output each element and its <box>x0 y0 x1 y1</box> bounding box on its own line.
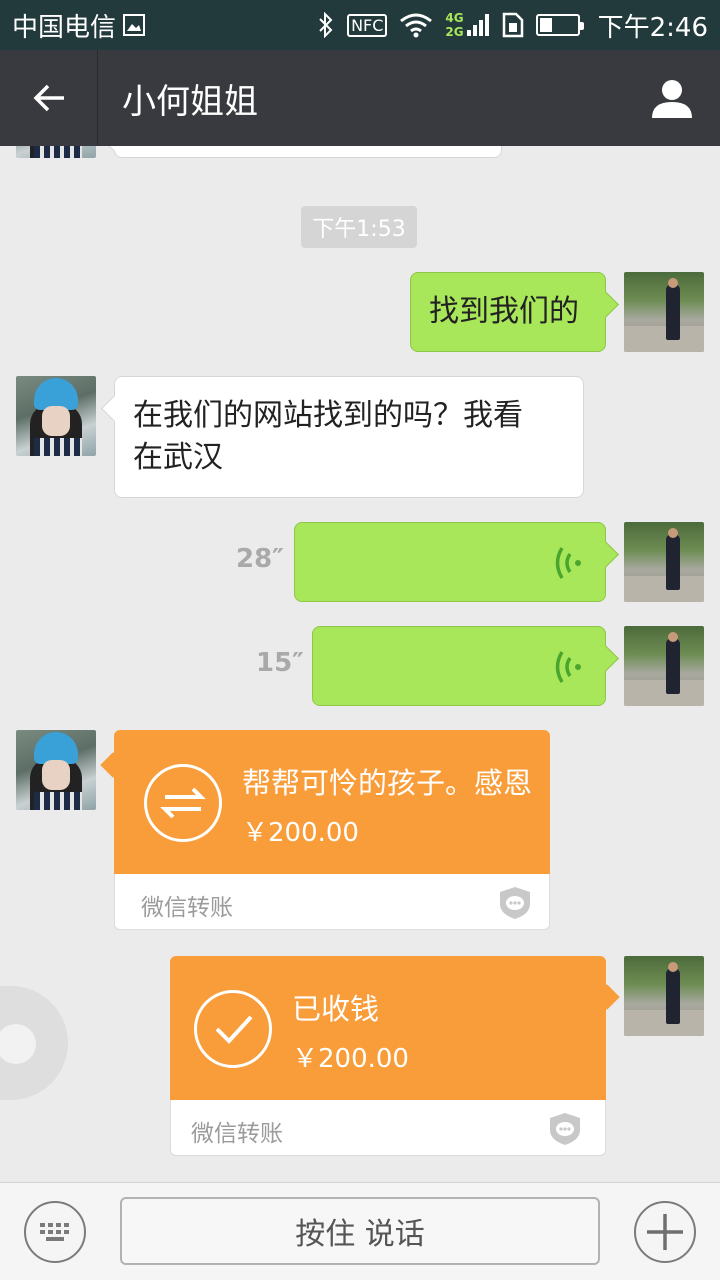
arrow-left-icon <box>33 84 64 112</box>
contact-avatar[interactable] <box>16 376 96 456</box>
check-icon <box>194 990 272 1068</box>
previous-message-bubble[interactable] <box>114 146 502 158</box>
signal-group: 4G 2G <box>445 11 489 39</box>
carrier-name: 中国电信 <box>12 12 117 43</box>
network-4g: 4G <box>445 11 464 25</box>
sim-icon <box>502 12 523 38</box>
transfer-amount: ￥200.00 <box>242 818 359 848</box>
message-text-line1: 在我们的网站找到的吗？我看 <box>133 398 523 433</box>
chat-title: 小何姐姐 <box>122 81 258 122</box>
input-bar: 按住 说话 <box>0 1182 720 1280</box>
contact-avatar[interactable] <box>16 146 96 158</box>
bluetooth-icon <box>319 12 333 38</box>
chat-info-button[interactable] <box>624 50 720 146</box>
status-bar: 中国电信 NFC 4G 2G 下午2:46 <box>0 0 720 50</box>
status-time: 下午2:46 <box>597 12 708 43</box>
transfer-card[interactable]: 已收钱 ￥200.00 微信转账 <box>170 956 620 1156</box>
voice-wave-icon <box>555 547 581 579</box>
transfer-label: 微信转账 <box>141 895 233 921</box>
signal-bars-icon <box>466 14 489 36</box>
my-avatar[interactable] <box>624 522 704 602</box>
plus-icon <box>647 1214 683 1250</box>
my-avatar[interactable] <box>624 956 704 1036</box>
transfer-card-header: 已收钱 ￥200.00 <box>170 956 606 1100</box>
message-text: 找到我们的 <box>429 294 579 329</box>
my-avatar[interactable] <box>624 626 704 706</box>
more-options-button[interactable] <box>634 1201 696 1263</box>
carrier-group: 中国电信 <box>12 7 146 44</box>
network-2g: 2G <box>445 25 464 39</box>
message-list[interactable]: 下午1:53 找到我们的 在我们的网站找到的吗？我看 在武汉 28″ 15″ 帮… <box>0 146 720 1182</box>
transfer-arrows-icon <box>144 764 222 842</box>
transfer-card-footer: 微信转账 <box>114 874 550 930</box>
transfer-card[interactable]: 帮帮可怜的孩子。感恩 ￥200.00 微信转账 <box>100 730 550 930</box>
voice-duration: 28″ <box>236 544 284 574</box>
back-button[interactable] <box>0 50 98 146</box>
wechat-pay-shield-icon <box>500 887 530 919</box>
transfer-label: 微信转账 <box>191 1121 283 1147</box>
voice-duration: 15″ <box>256 648 304 678</box>
title-bar: 小何姐姐 <box>0 50 720 146</box>
transfer-card-header: 帮帮可怜的孩子。感恩 ￥200.00 <box>114 730 550 874</box>
my-message-bubble[interactable]: 找到我们的 <box>410 272 606 352</box>
nfc-icon: NFC <box>347 13 388 37</box>
status-icons: NFC 4G 2G 下午2:46 <box>317 7 708 44</box>
contact-message-bubble[interactable]: 在我们的网站找到的吗？我看 在武汉 <box>114 376 584 498</box>
person-icon <box>652 80 692 118</box>
contact-avatar[interactable] <box>16 730 96 810</box>
my-avatar[interactable] <box>624 272 704 352</box>
transfer-card-footer: 微信转账 <box>170 1100 606 1156</box>
message-text-line2: 在武汉 <box>133 440 223 475</box>
battery-icon <box>535 14 584 36</box>
voice-wave-icon <box>555 651 581 683</box>
voice-message-bubble[interactable] <box>312 626 606 706</box>
hold-to-talk-button[interactable]: 按住 说话 <box>120 1197 600 1265</box>
image-notification-icon <box>123 14 146 36</box>
keyboard-toggle-button[interactable] <box>24 1201 86 1263</box>
wechat-pay-shield-icon <box>550 1113 580 1145</box>
message-timestamp: 下午1:53 <box>301 206 417 248</box>
transfer-status: 已收钱 <box>292 992 380 1026</box>
transfer-amount: ￥200.00 <box>292 1044 409 1074</box>
voice-message-bubble[interactable] <box>294 522 606 602</box>
wifi-icon <box>400 13 433 38</box>
transfer-note: 帮帮可怜的孩子。感恩 <box>242 766 533 800</box>
keyboard-icon <box>40 1223 69 1241</box>
floating-assistive-button[interactable] <box>0 986 68 1100</box>
